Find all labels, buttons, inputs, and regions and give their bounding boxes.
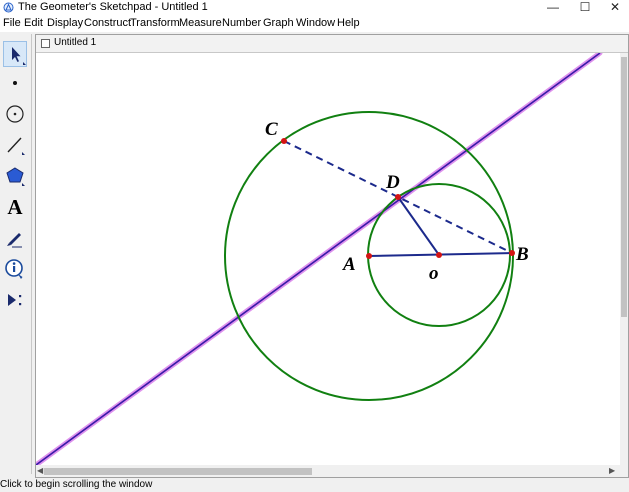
menu-construct[interactable]: Construct xyxy=(84,17,131,29)
horizontal-scrollbar[interactable]: ◀ ▶ xyxy=(36,465,628,477)
vertical-scrollbar[interactable] xyxy=(620,53,628,465)
straightedge-tool[interactable] xyxy=(3,132,27,158)
scroll-left-arrow[interactable]: ◀ xyxy=(37,465,43,477)
label-c: C xyxy=(265,119,278,140)
play-icon xyxy=(8,294,22,306)
label-b: B xyxy=(515,244,529,265)
menu-help[interactable]: Help xyxy=(337,17,360,29)
scroll-right-arrow[interactable]: ▶ xyxy=(609,465,615,477)
document-window: Untitled 1 C D A o B ◀ ▶ xyxy=(35,34,629,478)
segment-icon xyxy=(7,137,25,155)
menu-graph[interactable]: Graph xyxy=(263,17,294,29)
polygon-tool[interactable] xyxy=(3,163,27,189)
close-button[interactable]: ✕ xyxy=(600,0,629,16)
point-icon xyxy=(13,81,17,85)
pen-icon xyxy=(7,233,22,248)
label-o: o xyxy=(429,263,439,284)
point-o[interactable] xyxy=(436,252,442,258)
sketch-canvas[interactable]: C D A o B xyxy=(36,53,620,465)
info-icon xyxy=(5,259,23,279)
menu-bar: File Edit Display Construct Transform Me… xyxy=(0,16,629,32)
document-title: Untitled 1 xyxy=(54,37,97,48)
menu-edit[interactable]: Edit xyxy=(24,17,43,29)
menu-measure[interactable]: Measure xyxy=(179,17,222,29)
menu-number[interactable]: Number xyxy=(222,17,261,29)
menu-display[interactable]: Display xyxy=(47,17,83,29)
maximize-button[interactable]: ☐ xyxy=(570,0,600,16)
document-icon xyxy=(41,39,50,48)
point-a[interactable] xyxy=(366,253,372,259)
menu-transform[interactable]: Transform xyxy=(130,17,180,29)
polygon-icon xyxy=(6,167,25,186)
label-d: D xyxy=(385,172,400,193)
document-title-bar: Untitled 1 xyxy=(36,35,628,53)
window-title: The Geometer's Sketchpad - Untitled 1 xyxy=(18,1,208,13)
custom-tools[interactable] xyxy=(3,287,27,313)
status-bar: Click to begin scrolling the window xyxy=(0,478,629,492)
status-text: Click to begin scrolling the window xyxy=(0,479,153,490)
title-bar: The Geometer's Sketchpad - Untitled 1 — … xyxy=(0,0,629,16)
point-c[interactable] xyxy=(281,138,287,144)
arrow-select-tool[interactable] xyxy=(3,41,27,67)
circle-icon xyxy=(6,105,24,123)
sketch-drawing: C D A o B xyxy=(36,53,603,465)
menu-file[interactable]: File xyxy=(3,17,21,29)
arrow-icon xyxy=(12,47,26,65)
text-tool-icon: A xyxy=(7,195,23,219)
vertical-scroll-thumb[interactable] xyxy=(621,57,627,317)
horizontal-scroll-thumb[interactable] xyxy=(44,468,312,475)
marker-tool[interactable] xyxy=(3,225,27,251)
compass-tool[interactable] xyxy=(3,101,27,127)
toolbox: A xyxy=(0,34,32,474)
information-tool[interactable] xyxy=(3,256,27,282)
text-tool[interactable]: A xyxy=(3,194,27,220)
menu-window[interactable]: Window xyxy=(296,17,335,29)
point-d[interactable] xyxy=(395,194,401,200)
point-b[interactable] xyxy=(509,250,515,256)
label-a: A xyxy=(342,254,356,275)
segment-do[interactable] xyxy=(397,196,440,256)
app-icon xyxy=(3,2,14,13)
minimize-button[interactable]: — xyxy=(538,0,568,16)
point-tool[interactable] xyxy=(3,70,27,96)
